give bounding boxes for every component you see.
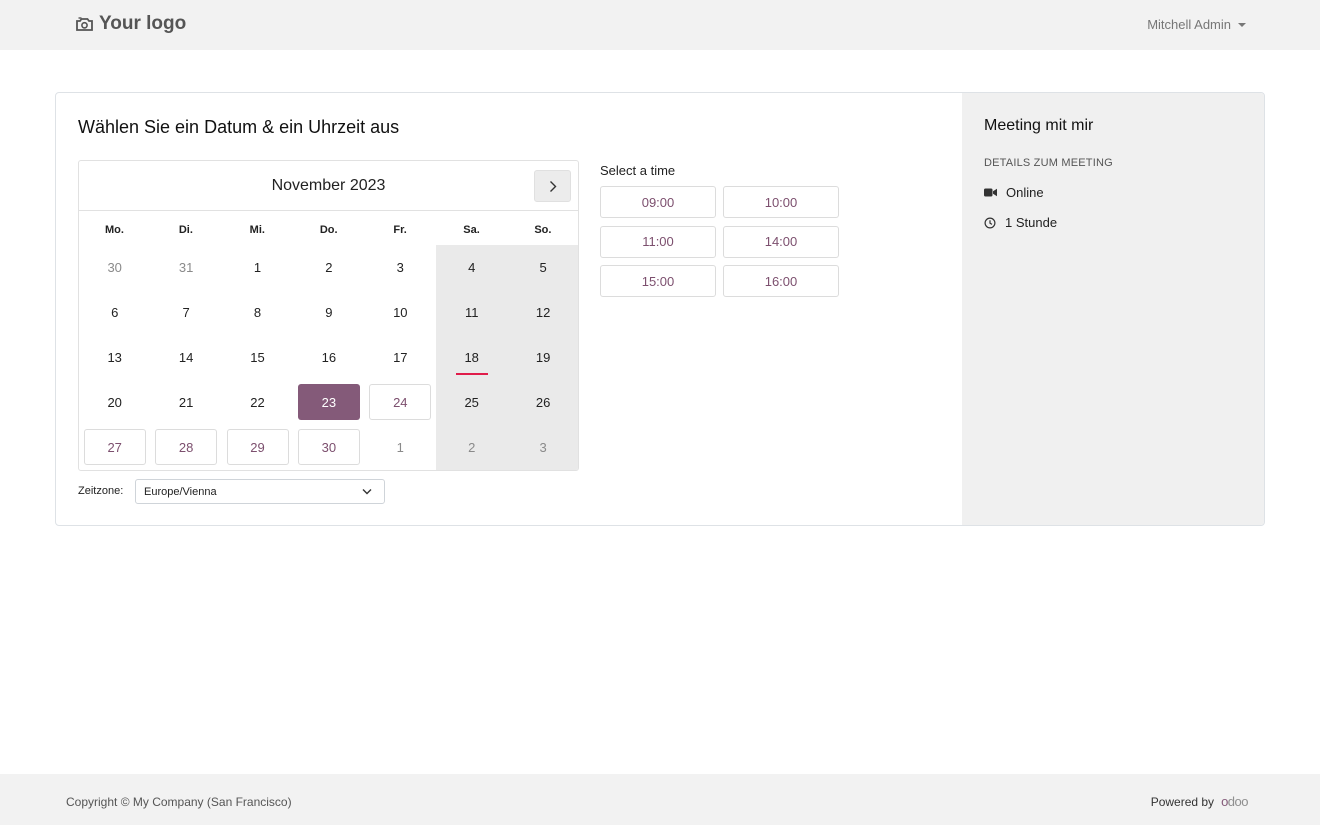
- calendar-month-label: November 2023: [271, 177, 386, 194]
- meeting-duration-text: 1 Stunde: [1005, 215, 1058, 230]
- calendar-day-available[interactable]: 29: [226, 429, 289, 465]
- calendar-day: 22: [250, 394, 265, 410]
- time-slot-button[interactable]: 10:00: [723, 186, 839, 218]
- calendar-day: 16: [321, 349, 337, 365]
- calendar-day: 31: [178, 259, 194, 275]
- powered-by: Powered by odoo: [1150, 794, 1249, 809]
- month-calendar: November 2023 Mo. Di. Mi. Do. Fr. Sa. So. 30 31 1…: [78, 160, 579, 471]
- calendar-day: 12: [535, 304, 551, 320]
- caret-down-icon: [1238, 23, 1246, 27]
- calendar-day: 19: [535, 349, 551, 365]
- calendar-day: 9: [325, 304, 333, 320]
- meeting-location-text: Online: [1006, 185, 1044, 200]
- calendar-day: 1: [396, 439, 404, 455]
- user-menu-toggle[interactable]: Mitchell Admin: [1147, 17, 1246, 32]
- calendar-day: 4: [468, 259, 476, 275]
- calendar-day: 8: [253, 304, 262, 320]
- booking-panel: Wählen Sie ein Datum & ein Uhrzeit aus N…: [56, 93, 962, 525]
- company-logo[interactable]: Your logo: [76, 13, 186, 35]
- calendar-day-available[interactable]: 28: [155, 429, 218, 465]
- meeting-location: Online: [984, 185, 1044, 200]
- calendar-day: 5: [539, 259, 547, 275]
- logo-text: Your logo: [99, 13, 187, 34]
- calendar-day-available[interactable]: 30: [297, 429, 360, 465]
- weekday-header: Fr.: [393, 224, 407, 236]
- next-month-button[interactable]: [534, 170, 571, 202]
- weekday-header: Di.: [178, 224, 193, 236]
- time-slot-button[interactable]: 14:00: [723, 225, 839, 258]
- clock-icon: [984, 216, 996, 229]
- camera-icon: [76, 17, 93, 31]
- chevron-down-icon: [362, 489, 372, 495]
- calendar-day: 3: [539, 439, 547, 455]
- time-slot-button[interactable]: 15:00: [600, 265, 716, 297]
- calendar-day: 15: [250, 349, 265, 365]
- time-slot-button[interactable]: 16:00: [723, 265, 839, 297]
- weekday-header: Do.: [319, 224, 338, 236]
- calendar-day: 2: [325, 259, 333, 275]
- copyright-text: Copyright © My Company (San Francisco): [66, 795, 292, 809]
- calendar-day: 26: [535, 394, 551, 410]
- time-slot-button[interactable]: 11:00: [600, 225, 716, 258]
- calendar-day-available[interactable]: 24: [369, 384, 432, 420]
- calendar-day-selected[interactable]: 23: [297, 384, 360, 420]
- calendar-day: 20: [107, 394, 122, 410]
- page-title: Wählen Sie ein Datum & ein Uhrzeit aus: [78, 117, 400, 137]
- weekday-header: Sa.: [463, 224, 480, 236]
- calendar-day: 17: [393, 349, 408, 365]
- calendar-day: 14: [178, 349, 194, 365]
- calendar-day: 25: [464, 394, 479, 410]
- meeting-details-heading: DETAILS ZUM MEETING: [984, 157, 1113, 169]
- weekday-header: Mi.: [249, 224, 265, 236]
- meeting-title: Meeting mit mir: [984, 117, 1094, 134]
- calendar-header: November 2023: [79, 161, 578, 211]
- user-name: Mitchell Admin: [1147, 17, 1231, 32]
- calendar-day: 18: [441, 339, 503, 375]
- odoo-logo-letter: o: [1234, 794, 1242, 809]
- calendar-day: 10: [393, 304, 408, 320]
- odoo-logo-letter: o: [1221, 794, 1228, 809]
- timezone-label: Zeitzone:: [78, 485, 124, 497]
- meeting-duration: 1 Stunde: [984, 215, 1057, 230]
- calendar-day: 30: [107, 259, 122, 275]
- calendar-day-available[interactable]: 27: [83, 429, 146, 465]
- calendar-day: 2: [468, 439, 476, 455]
- calendar-day: 13: [107, 349, 122, 365]
- weekday-header: So.: [534, 224, 552, 236]
- powered-by-text: Powered by: [1150, 794, 1215, 809]
- calendar-day: 1: [253, 259, 262, 275]
- weekday-header: Mo.: [105, 224, 124, 236]
- odoo-logo-letter: o: [1241, 794, 1248, 809]
- calendar-day: 21: [178, 394, 194, 410]
- odoo-logo-letter: d: [1227, 794, 1235, 809]
- odoo-logo[interactable]: odoo: [1221, 794, 1248, 809]
- appointment-card: Wählen Sie ein Datum & ein Uhrzeit aus N…: [55, 92, 1265, 526]
- meeting-details-panel: Meeting mit mir DETAILS ZUM MEETING Onli…: [962, 93, 1264, 525]
- time-slot-button[interactable]: 09:00: [600, 186, 716, 218]
- page-footer: Copyright © My Company (San Francisco) P…: [0, 774, 1320, 825]
- calendar-day: 7: [182, 304, 190, 320]
- calendar-day: 6: [111, 304, 119, 320]
- video-camera-icon: [984, 188, 997, 197]
- timezone-select[interactable]: Europe/Vienna: [135, 479, 385, 504]
- calendar-day: 11: [464, 304, 479, 320]
- timezone-value: Europe/Vienna: [144, 486, 217, 498]
- chevron-right-icon: [549, 180, 556, 192]
- time-section-title: Select a time: [600, 163, 676, 178]
- top-navbar: Your logo Mitchell Admin: [0, 0, 1320, 50]
- calendar-day: 3: [396, 259, 404, 275]
